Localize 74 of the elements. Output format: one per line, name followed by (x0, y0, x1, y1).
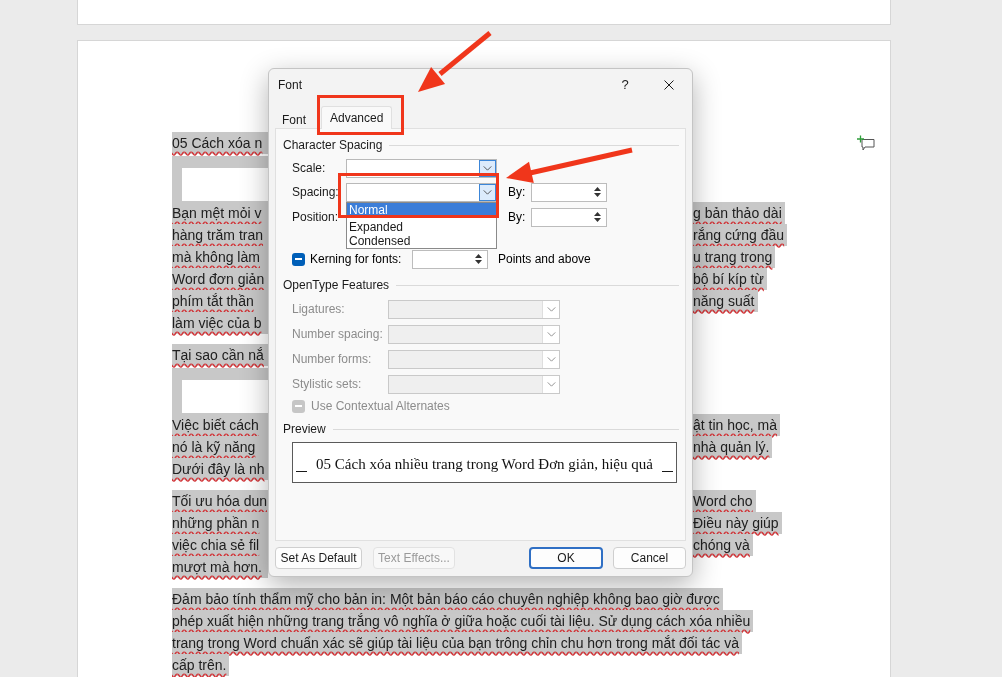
section-title: OpenType Features (283, 277, 390, 294)
chevron-down-icon (546, 356, 556, 362)
document-text: 05 Cách xóa n (172, 132, 268, 154)
document-text: Word đơn giản (172, 268, 268, 290)
document-text: Dưới đây là nh (172, 458, 268, 480)
tab[interactable]: Font (274, 111, 314, 128)
chevron-down-icon (483, 189, 492, 195)
field-label: Number forms: (292, 351, 373, 368)
baseline-marker (662, 470, 673, 472)
field-label: Stylistic sets: (292, 376, 363, 393)
field-label: Kerning for fonts: (310, 251, 403, 268)
checkbox[interactable] (292, 252, 305, 266)
document-text: hàng trăm tran (172, 224, 268, 246)
chevron-down-icon (546, 331, 556, 337)
spin-arrows-icon (475, 253, 482, 265)
document-text: cấp trên. (172, 654, 230, 676)
document-text: Đảm bảo tính thẩm mỹ cho bản in: Một bản báo cáo chuyên nghiệp không bao giờ được (172, 588, 723, 610)
dialog-button[interactable]: OK (529, 547, 603, 569)
document-text: chóng và (693, 534, 753, 556)
spin-arrows-icon (594, 211, 601, 223)
dropdown-option[interactable]: Normal (347, 202, 496, 217)
help-button[interactable]: ? (603, 69, 647, 101)
field-label: By: (508, 184, 527, 201)
section-title: Preview (283, 421, 326, 438)
field-label: Spacing: (292, 184, 340, 201)
checkbox-label: Use Contextual Alternates (311, 398, 450, 415)
document-text: Tối ưu hóa dun (172, 490, 268, 512)
spin-arrows-icon (594, 186, 601, 198)
dropdown-button[interactable] (479, 183, 496, 201)
tab[interactable]: Advanced (321, 106, 393, 129)
document-text: Bạn mệt mỏi v (172, 202, 268, 224)
field-label: Number spacing: (292, 326, 384, 343)
document-text: Việc biết cách (172, 414, 268, 436)
document-text: g bản thảo dài (693, 202, 785, 224)
dialog-button[interactable]: Cancel (613, 547, 686, 569)
spin-field[interactable] (531, 182, 607, 202)
document-text: ật tin học, mà (693, 414, 781, 436)
dialog-button[interactable]: Set As Default (275, 547, 362, 569)
add-comment-icon[interactable] (857, 135, 875, 151)
spin-field[interactable] (412, 249, 488, 269)
document-text: làm việc của b (172, 312, 268, 334)
document-text: trang trong Word chuẩn xác sẽ giúp tài liệu của bạn trông chỉn chu hơn trong mắt đối tác và (172, 632, 742, 654)
field-label: Points and above (498, 251, 591, 268)
field-label: By: (508, 209, 527, 226)
document-text: nó là kỹ năng (172, 436, 268, 458)
baseline-marker (296, 470, 307, 472)
field-label: Scale: (292, 160, 327, 177)
document-text: việc chia sẻ fil (172, 534, 268, 556)
dropdown-field[interactable] (346, 182, 497, 202)
document-text: phép xuất hiện những trang trắng vô nghĩa ở giữa hoặc cuối tài liệu. Sử dụng cách xóa nhiều (172, 610, 754, 632)
document-text: Điều này giúp (693, 512, 782, 534)
field-label: Ligatures: (292, 301, 346, 318)
preview-text: 05 Cách xóa nhiều trang trong Word Đơn giản, hiệu quả (316, 455, 653, 473)
document-text: rắng cứng đầu (693, 224, 788, 246)
field-label: Position: (292, 209, 340, 226)
close-icon (664, 80, 674, 90)
section-title: Character Spacing (283, 137, 383, 154)
document-text: nhà quản lý. (693, 436, 773, 458)
document-text: mượt mà hơn. (172, 556, 268, 578)
chevron-down-icon (546, 306, 556, 312)
chevron-down-icon (546, 381, 556, 387)
document-text: Tại sao cần nắ (172, 344, 268, 366)
document-text: những phần n (172, 512, 268, 534)
document-text: mà không làm (172, 246, 268, 268)
chevron-down-icon (483, 165, 492, 171)
document-text: bộ bí kíp từ (693, 268, 767, 290)
document-text: Word cho (693, 490, 756, 512)
document-text: u trang trong (693, 246, 776, 268)
dropdown-option[interactable]: Expanded (347, 219, 496, 234)
document-text: phím tắt thần (172, 290, 268, 312)
document-text: năng suất (693, 290, 758, 312)
dialog-title: Font (278, 77, 302, 94)
dropdown-option[interactable]: Condensed (347, 233, 496, 248)
spin-field[interactable] (531, 207, 607, 227)
